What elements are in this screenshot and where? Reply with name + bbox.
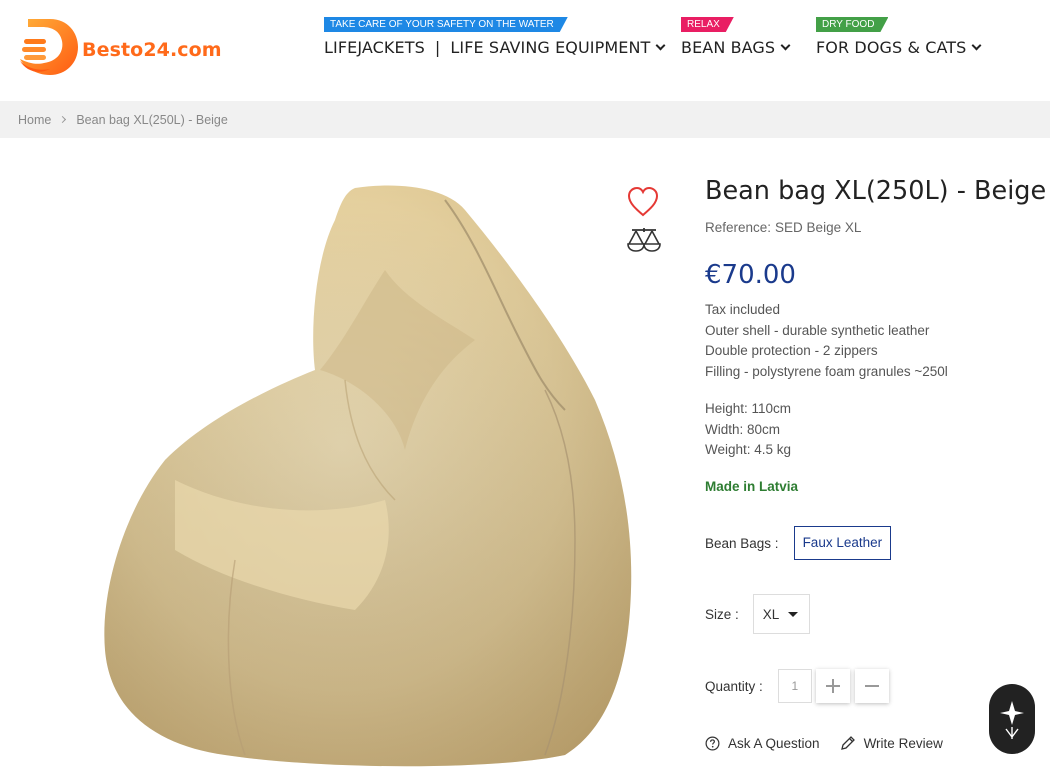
nav-badge-dry-food: DRY FOOD bbox=[816, 17, 888, 32]
quantity-input[interactable]: 1 bbox=[777, 669, 812, 703]
nav-label-bean-bags: BEAN BAGS bbox=[681, 38, 791, 57]
nav-dogs-cats[interactable]: DRY FOOD FOR DOGS & CATS bbox=[816, 14, 982, 57]
minus-icon bbox=[864, 685, 879, 687]
ask-question-label: Ask A Question bbox=[728, 735, 820, 751]
nav-label-lifejackets: LIFEJACKETS | LIFE SAVING EQUIPMENT bbox=[324, 38, 666, 57]
made-in-label: Made in Latvia bbox=[705, 479, 799, 494]
logo-text: Besto24.com bbox=[82, 39, 222, 61]
question-circle-icon bbox=[705, 736, 720, 750]
nav-link-lifejackets[interactable]: LIFEJACKETS bbox=[324, 38, 425, 57]
pencil-icon bbox=[840, 736, 855, 750]
nav-label-dogs-cats: FOR DOGS & CATS bbox=[816, 38, 982, 57]
size-label: Size : bbox=[705, 606, 739, 622]
heart-icon[interactable] bbox=[626, 186, 660, 218]
nav-lifejackets[interactable]: TAKE CARE OF YOUR SAFETY ON THE WATER LI… bbox=[324, 14, 666, 57]
description-line: Double protection - 2 zippers bbox=[705, 343, 878, 359]
variant-faux-leather-button[interactable]: Faux Leather bbox=[793, 526, 892, 560]
logo-icon bbox=[18, 15, 80, 77]
variant-selector: Bean Bags : Faux Leather bbox=[705, 526, 892, 560]
breadcrumb-current: Bean bag XL(250L) - Beige bbox=[76, 112, 228, 127]
breadcrumb: Home Bean bag XL(250L) - Beige bbox=[0, 101, 1050, 138]
tax-note: Tax included bbox=[705, 302, 781, 317]
product-image[interactable] bbox=[95, 180, 645, 768]
caret-down-icon bbox=[788, 611, 799, 617]
size-selector: Size : XL bbox=[705, 594, 810, 634]
nav-link-dogs-cats[interactable]: FOR DOGS & CATS bbox=[816, 38, 966, 57]
size-value: XL bbox=[762, 606, 780, 622]
dimension-height: Height: 110cm bbox=[705, 401, 792, 416]
plus-icon bbox=[825, 679, 840, 693]
product-price: €70.00 bbox=[705, 260, 796, 290]
write-review-link[interactable]: Write Review bbox=[840, 735, 943, 751]
site-header: Besto24.com TAKE CARE OF YOUR SAFETY ON … bbox=[0, 0, 1050, 100]
quantity-increase-button[interactable] bbox=[815, 669, 850, 703]
description-line: Outer shell - durable synthetic leather bbox=[705, 322, 930, 338]
product-description: Tax included Outer shell - durable synth… bbox=[705, 300, 948, 383]
chat-widget-icon bbox=[1000, 701, 1024, 739]
compare-scale-icon[interactable] bbox=[626, 226, 662, 256]
nav-badge-safety: TAKE CARE OF YOUR SAFETY ON THE WATER bbox=[324, 17, 568, 32]
nav-link-life-saving[interactable]: LIFE SAVING EQUIPMENT bbox=[450, 38, 650, 57]
chevron-down-icon[interactable] bbox=[655, 40, 666, 51]
product-actions: Ask A Question Write Review bbox=[705, 735, 943, 751]
reference-value: SED Beige XL bbox=[775, 220, 862, 235]
nav-bean-bags[interactable]: RELAX BEAN BAGS bbox=[681, 14, 791, 57]
breadcrumb-home[interactable]: Home bbox=[18, 113, 51, 127]
dimension-weight: Weight: 4.5 kg bbox=[705, 442, 792, 458]
nav-separator: | bbox=[434, 38, 441, 57]
description-line: Filling - polystyrene foam granules ~250… bbox=[705, 364, 948, 380]
chevron-down-icon[interactable] bbox=[780, 40, 791, 51]
dimension-width: Width: 80cm bbox=[705, 421, 781, 437]
quantity-decrease-button[interactable] bbox=[854, 669, 889, 703]
reference-label: Reference: bbox=[705, 220, 772, 235]
product-reference: Reference: SED Beige XL bbox=[705, 220, 861, 235]
quantity-selector: Quantity : 1 bbox=[705, 668, 889, 704]
nav-badge-relax: RELAX bbox=[681, 17, 734, 32]
variant-label: Bean Bags : bbox=[705, 535, 779, 551]
write-review-label: Write Review bbox=[863, 735, 943, 751]
ask-question-link[interactable]: Ask A Question bbox=[705, 736, 820, 751]
chevron-right-icon bbox=[59, 115, 67, 124]
site-logo[interactable]: Besto24.com bbox=[18, 14, 222, 78]
quantity-label: Quantity : bbox=[705, 678, 763, 694]
product-dimensions: Height: 110cm Width: 80cm Weight: 4.5 kg bbox=[705, 399, 791, 461]
product-title: Bean bag XL(250L) - Beige bbox=[705, 176, 1047, 206]
chat-widget-button[interactable] bbox=[989, 684, 1035, 754]
nav-link-bean-bags[interactable]: BEAN BAGS bbox=[681, 38, 775, 57]
size-dropdown[interactable]: XL bbox=[752, 594, 810, 634]
chevron-down-icon[interactable] bbox=[971, 40, 982, 51]
